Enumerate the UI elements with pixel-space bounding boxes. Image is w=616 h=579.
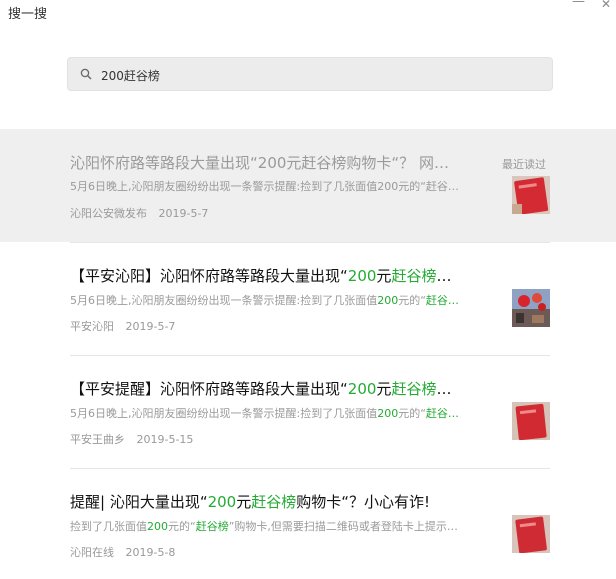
result-source: 沁阳在线 bbox=[70, 546, 114, 559]
window-title: 搜一搜 bbox=[8, 7, 48, 22]
result-date: 2019-5-7 bbox=[125, 320, 176, 333]
title-bar: 搜一搜 — ✕ bbox=[0, 0, 616, 24]
search-input[interactable] bbox=[101, 64, 531, 86]
result-meta: 沁阳公安微发布 2019-5-7 bbox=[70, 205, 216, 221]
result-item-1[interactable]: 沁阳怀府路等路段大量出现“200元赶谷榜购物卡“？ 网… 最近读过 5月6日晚上… bbox=[0, 129, 616, 242]
result-snippet: 捡到了几张面值200元的“赶谷榜”购物卡,但需要扫描二维码或者登陆卡上提示… bbox=[70, 520, 458, 533]
result-thumbnail bbox=[512, 289, 550, 327]
result-source: 平安王曲乡 bbox=[70, 433, 125, 446]
result-item-3[interactable]: 【平安提醒】沁阳怀府路等路段大量出现“200元赶谷榜… 5月6日晚上,沁阳朋友圈… bbox=[0, 356, 616, 468]
result-title[interactable]: 【平安提醒】沁阳怀府路等路段大量出现“200元赶谷榜… bbox=[70, 378, 490, 399]
recently-read-badge: 最近读过 bbox=[502, 158, 546, 171]
search-icon bbox=[80, 68, 92, 80]
result-date: 2019-5-15 bbox=[136, 433, 194, 446]
result-source: 沁阳公安微发布 bbox=[70, 207, 147, 220]
search-bar[interactable] bbox=[67, 57, 553, 91]
result-snippet: 5月6日晚上,沁阳朋友圈纷纷出现一条警示提醒:捡到了几张面值200元的“赶谷… bbox=[70, 407, 459, 420]
minimize-button[interactable]: — bbox=[572, 0, 592, 14]
result-date: 2019-5-7 bbox=[158, 207, 209, 220]
result-thumbnail bbox=[512, 402, 550, 440]
result-title[interactable]: 提醒| 沁阳大量出现“200元赶谷榜购物卡“？小心有诈! bbox=[70, 491, 490, 512]
result-meta: 平安沁阳 2019-5-7 bbox=[70, 318, 183, 334]
result-meta: 平安王曲乡 2019-5-15 bbox=[70, 431, 201, 447]
result-thumbnail bbox=[512, 515, 550, 553]
result-title[interactable]: 【平安沁阳】沁阳怀府路等路段大量出现“200元赶谷榜… bbox=[70, 265, 490, 286]
result-source: 平安沁阳 bbox=[70, 320, 114, 333]
result-title[interactable]: 沁阳怀府路等路段大量出现“200元赶谷榜购物卡“？ 网… bbox=[70, 152, 482, 173]
result-item-2[interactable]: 【平安沁阳】沁阳怀府路等路段大量出现“200元赶谷榜… 5月6日晚上,沁阳朋友圈… bbox=[0, 243, 616, 355]
result-snippet: 5月6日晚上,沁阳朋友圈纷纷出现一条警示提醒:捡到了几张面值200元的“赶谷… bbox=[70, 294, 459, 307]
close-button[interactable]: ✕ bbox=[601, 0, 616, 17]
result-thumbnail bbox=[512, 176, 550, 214]
result-item-4[interactable]: 提醒| 沁阳大量出现“200元赶谷榜购物卡“？小心有诈! 捡到了几张面值200元… bbox=[0, 469, 616, 579]
result-meta: 沁阳在线 2019-5-8 bbox=[70, 544, 183, 560]
result-date: 2019-5-8 bbox=[125, 546, 176, 559]
result-snippet: 5月6日晚上,沁阳朋友圈纷纷出现一条警示提醒:捡到了几张面值200元的“赶谷… bbox=[70, 180, 459, 193]
